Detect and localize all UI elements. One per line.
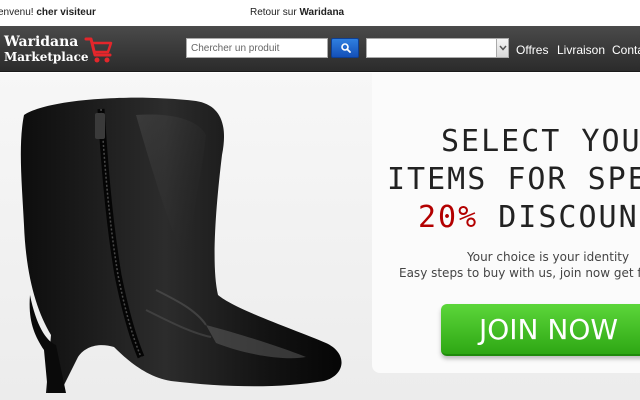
headline-line-1: SELECT YOUR (441, 124, 640, 159)
search-input[interactable] (186, 38, 328, 58)
nav-link-livraison[interactable]: Livraison (557, 43, 605, 57)
welcome-user[interactable]: cher visiteur (36, 7, 95, 18)
retour-site-link[interactable]: Waridana (299, 7, 344, 18)
nav-link-offres[interactable]: Offres (516, 43, 548, 57)
headline-line-3: 20% DISCOUN (418, 200, 639, 235)
site-logo[interactable]: Waridana Marketplace (4, 34, 113, 66)
select-arrow[interactable] (496, 39, 508, 57)
hero-banner: SELECT YOUR ITEMS FOR SPEC 20% DISCOUN Y… (0, 73, 640, 400)
discount-percent: 20% (418, 200, 479, 235)
welcome-prefix: envenu! (0, 7, 34, 18)
shopping-cart-icon (84, 37, 113, 63)
hero-subtitle-1: Your choice is your identity (467, 250, 630, 264)
welcome-text: envenu! cher visiteur (0, 7, 96, 18)
search-icon (341, 43, 351, 53)
hero-subtitle-2: Easy steps to buy with us, join now get … (399, 266, 640, 280)
headline-line-2: ITEMS FOR SPEC (387, 162, 640, 197)
main-navbar: Waridana Marketplace Offres Livraison Co… (0, 26, 640, 72)
retour-prefix: Retour sur (250, 7, 297, 18)
boot-image (20, 97, 342, 393)
search-button[interactable] (331, 38, 359, 58)
top-strip: envenu! cher visiteur Retour sur Waridan… (0, 0, 640, 26)
retour-text: Retour sur Waridana (250, 7, 344, 18)
join-now-label: JOIN NOW (479, 313, 619, 346)
chevron-down-icon (499, 45, 507, 51)
logo-line-1: Waridana (4, 34, 79, 50)
category-select[interactable] (366, 38, 509, 58)
logo-line-2: Marketplace (4, 50, 89, 64)
nav-link-contact[interactable]: Contact (612, 43, 640, 57)
discount-word: DISCOUN (498, 200, 639, 235)
join-now-button[interactable]: JOIN NOW (441, 304, 640, 356)
